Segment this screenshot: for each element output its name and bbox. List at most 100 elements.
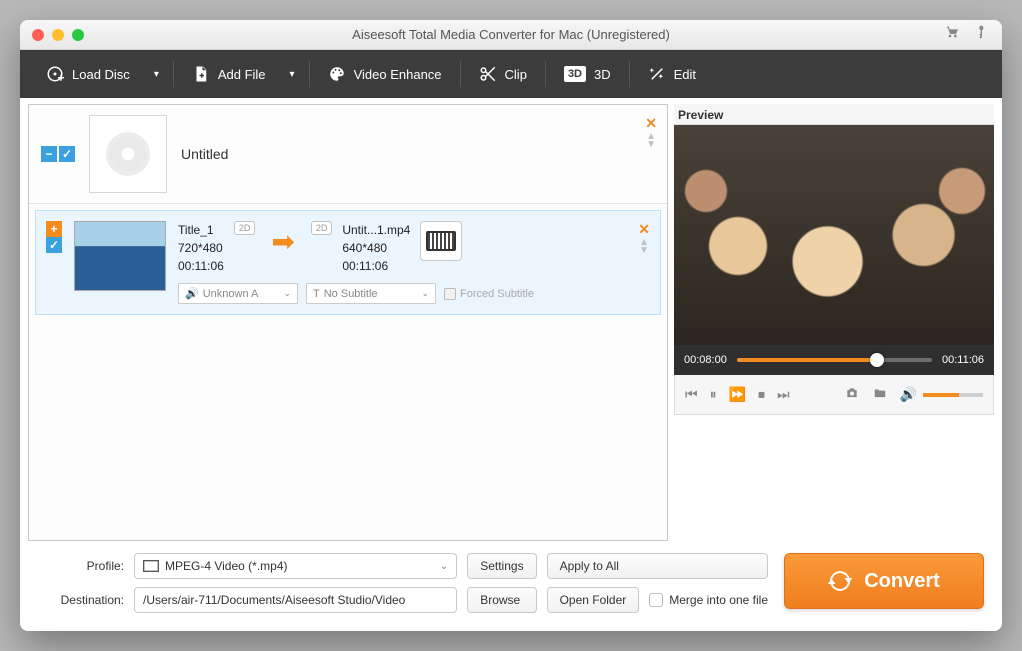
total-time: 00:11:06: [942, 354, 984, 366]
remove-item-button[interactable]: ✕: [638, 221, 650, 238]
seek-slider[interactable]: [737, 358, 932, 362]
scissors-icon: [479, 65, 497, 83]
fast-forward-button[interactable]: ⏩: [729, 386, 746, 403]
profile-value: MPEG-4 Video (*.mp4): [165, 559, 288, 573]
window-title: Aiseesoft Total Media Converter for Mac …: [20, 27, 1002, 42]
subtitle-select[interactable]: T No Subtitle ⌄: [306, 283, 436, 304]
video-enhance-button[interactable]: Video Enhance: [316, 59, 454, 89]
prev-button[interactable]: ⏮: [685, 386, 698, 403]
volume-icon[interactable]: 🔊: [900, 386, 917, 403]
preview-frame: [674, 125, 994, 345]
key-icon[interactable]: [974, 24, 990, 45]
group-handle: − ✓: [41, 146, 75, 162]
video-thumbnail[interactable]: [74, 221, 166, 291]
disc-icon: [106, 132, 150, 176]
pause-button[interactable]: ⏸: [710, 386, 717, 403]
source-2d-badge: 2D: [234, 221, 256, 235]
current-time: 00:08:00: [684, 354, 727, 366]
film-icon: [426, 231, 456, 251]
source-info: Title_1 720*480 00:11:06: [178, 221, 224, 275]
convert-button[interactable]: Convert: [784, 553, 984, 609]
seek-knob-icon[interactable]: [870, 353, 884, 367]
volume-control: 🔊: [900, 386, 983, 403]
convert-label: Convert: [864, 570, 940, 593]
chevron-down-icon: ⌄: [283, 288, 291, 299]
apply-to-all-button[interactable]: Apply to All: [547, 553, 768, 579]
titlebar: Aiseesoft Total Media Converter for Mac …: [20, 20, 1002, 50]
load-disc-button[interactable]: Load Disc: [34, 59, 142, 89]
target-info: Untit...1.mp4 640*480 00:11:06: [342, 221, 410, 275]
settings-button[interactable]: Settings: [467, 553, 536, 579]
edit-button[interactable]: Edit: [636, 59, 708, 89]
destination-input[interactable]: /Users/air-711/Documents/Aiseesoft Studi…: [134, 587, 457, 613]
destination-value: /Users/air-711/Documents/Aiseesoft Studi…: [143, 593, 405, 607]
load-disc-dropdown[interactable]: ▾: [146, 63, 167, 86]
audio-track-select[interactable]: 🔊 Unknown A ⌄: [178, 283, 298, 304]
collapse-button[interactable]: −: [41, 146, 57, 162]
destination-label: Destination:: [38, 593, 124, 607]
audio-icon: 🔊: [185, 287, 199, 300]
checkbox-icon: [649, 593, 663, 607]
film-strip-icon: [143, 560, 159, 572]
disc-plus-icon: [46, 65, 64, 83]
three-d-button[interactable]: 3D 3D: [552, 60, 623, 88]
profile-select[interactable]: MPEG-4 Video (*.mp4) ⌄: [134, 553, 457, 579]
bottom-bar: Profile: MPEG-4 Video (*.mp4) ⌄ Settings…: [20, 541, 1002, 631]
traffic-lights: [32, 29, 84, 41]
file-list: − ✓ Untitled ✕ ▲ ▼ + ✓: [28, 104, 668, 541]
forced-subtitle-label: Forced Subtitle: [460, 288, 534, 300]
disc-group[interactable]: − ✓ Untitled ✕ ▲ ▼: [29, 105, 667, 204]
snapshot-button[interactable]: [844, 386, 860, 403]
add-file-dropdown[interactable]: ▾: [282, 63, 303, 86]
profile-label: Profile:: [38, 559, 124, 573]
source-title: Title_1: [178, 221, 224, 239]
video-preview[interactable]: [674, 125, 994, 345]
item-checkbox[interactable]: ✓: [46, 237, 62, 253]
volume-slider[interactable]: [923, 393, 983, 397]
target-duration: 00:11:06: [342, 257, 410, 275]
minimize-window-icon[interactable]: [52, 29, 64, 41]
target-resolution: 640*480: [342, 239, 410, 257]
app-window: Aiseesoft Total Media Converter for Mac …: [20, 20, 1002, 631]
target-2d-badge: 2D: [311, 221, 333, 235]
palette-icon: [328, 65, 346, 83]
disc-thumbnail: [89, 115, 167, 193]
subtitle-label: No Subtitle: [324, 288, 378, 300]
sort-down-icon[interactable]: ▼: [646, 142, 656, 148]
browse-button[interactable]: Browse: [467, 587, 536, 613]
output-format-button[interactable]: [420, 221, 462, 261]
preview-panel: Preview 00:08:00 00:11:06 ⏮ ⏸ ⏩ ⏹ ⏭ 🔊: [674, 104, 994, 541]
forced-subtitle-checkbox[interactable]: Forced Subtitle: [444, 283, 534, 304]
text-icon: T: [313, 288, 320, 300]
preview-label: Preview: [674, 104, 994, 125]
zoom-window-icon[interactable]: [72, 29, 84, 41]
target-title: Untit...1.mp4: [342, 221, 410, 239]
main-area: − ✓ Untitled ✕ ▲ ▼ + ✓: [20, 98, 1002, 541]
remove-group-button[interactable]: ✕: [645, 115, 657, 132]
open-snapshot-folder-button[interactable]: [872, 386, 888, 403]
file-plus-icon: [192, 65, 210, 83]
clip-button[interactable]: Clip: [467, 59, 539, 89]
checkbox-icon: [444, 288, 456, 300]
group-title: Untitled: [181, 146, 228, 162]
add-file-button[interactable]: Add File: [180, 59, 278, 89]
source-resolution: 720*480: [178, 239, 224, 257]
merge-label: Merge into one file: [669, 593, 768, 607]
close-window-icon[interactable]: [32, 29, 44, 41]
merge-checkbox[interactable]: Merge into one file: [649, 593, 768, 607]
stop-button[interactable]: ⏹: [758, 386, 765, 403]
item-down-icon[interactable]: ▼: [639, 248, 649, 254]
item-handle: + ✓: [46, 221, 62, 253]
open-folder-button[interactable]: Open Folder: [547, 587, 640, 613]
timeline: 00:08:00 00:11:06: [674, 345, 994, 375]
cart-icon[interactable]: [944, 24, 960, 45]
three-d-icon: 3D: [564, 66, 586, 82]
next-button[interactable]: ⏭: [777, 386, 790, 403]
group-checkbox[interactable]: ✓: [59, 146, 75, 162]
refresh-icon: [828, 569, 852, 593]
media-item[interactable]: + ✓ Title_1 720*480 00:11:06 2D ➡ 2D: [35, 210, 661, 315]
expand-button[interactable]: +: [46, 221, 62, 237]
source-duration: 00:11:06: [178, 257, 224, 275]
player-controls: ⏮ ⏸ ⏩ ⏹ ⏭ 🔊: [674, 375, 994, 415]
convert-arrow-icon: ➡: [271, 225, 294, 258]
